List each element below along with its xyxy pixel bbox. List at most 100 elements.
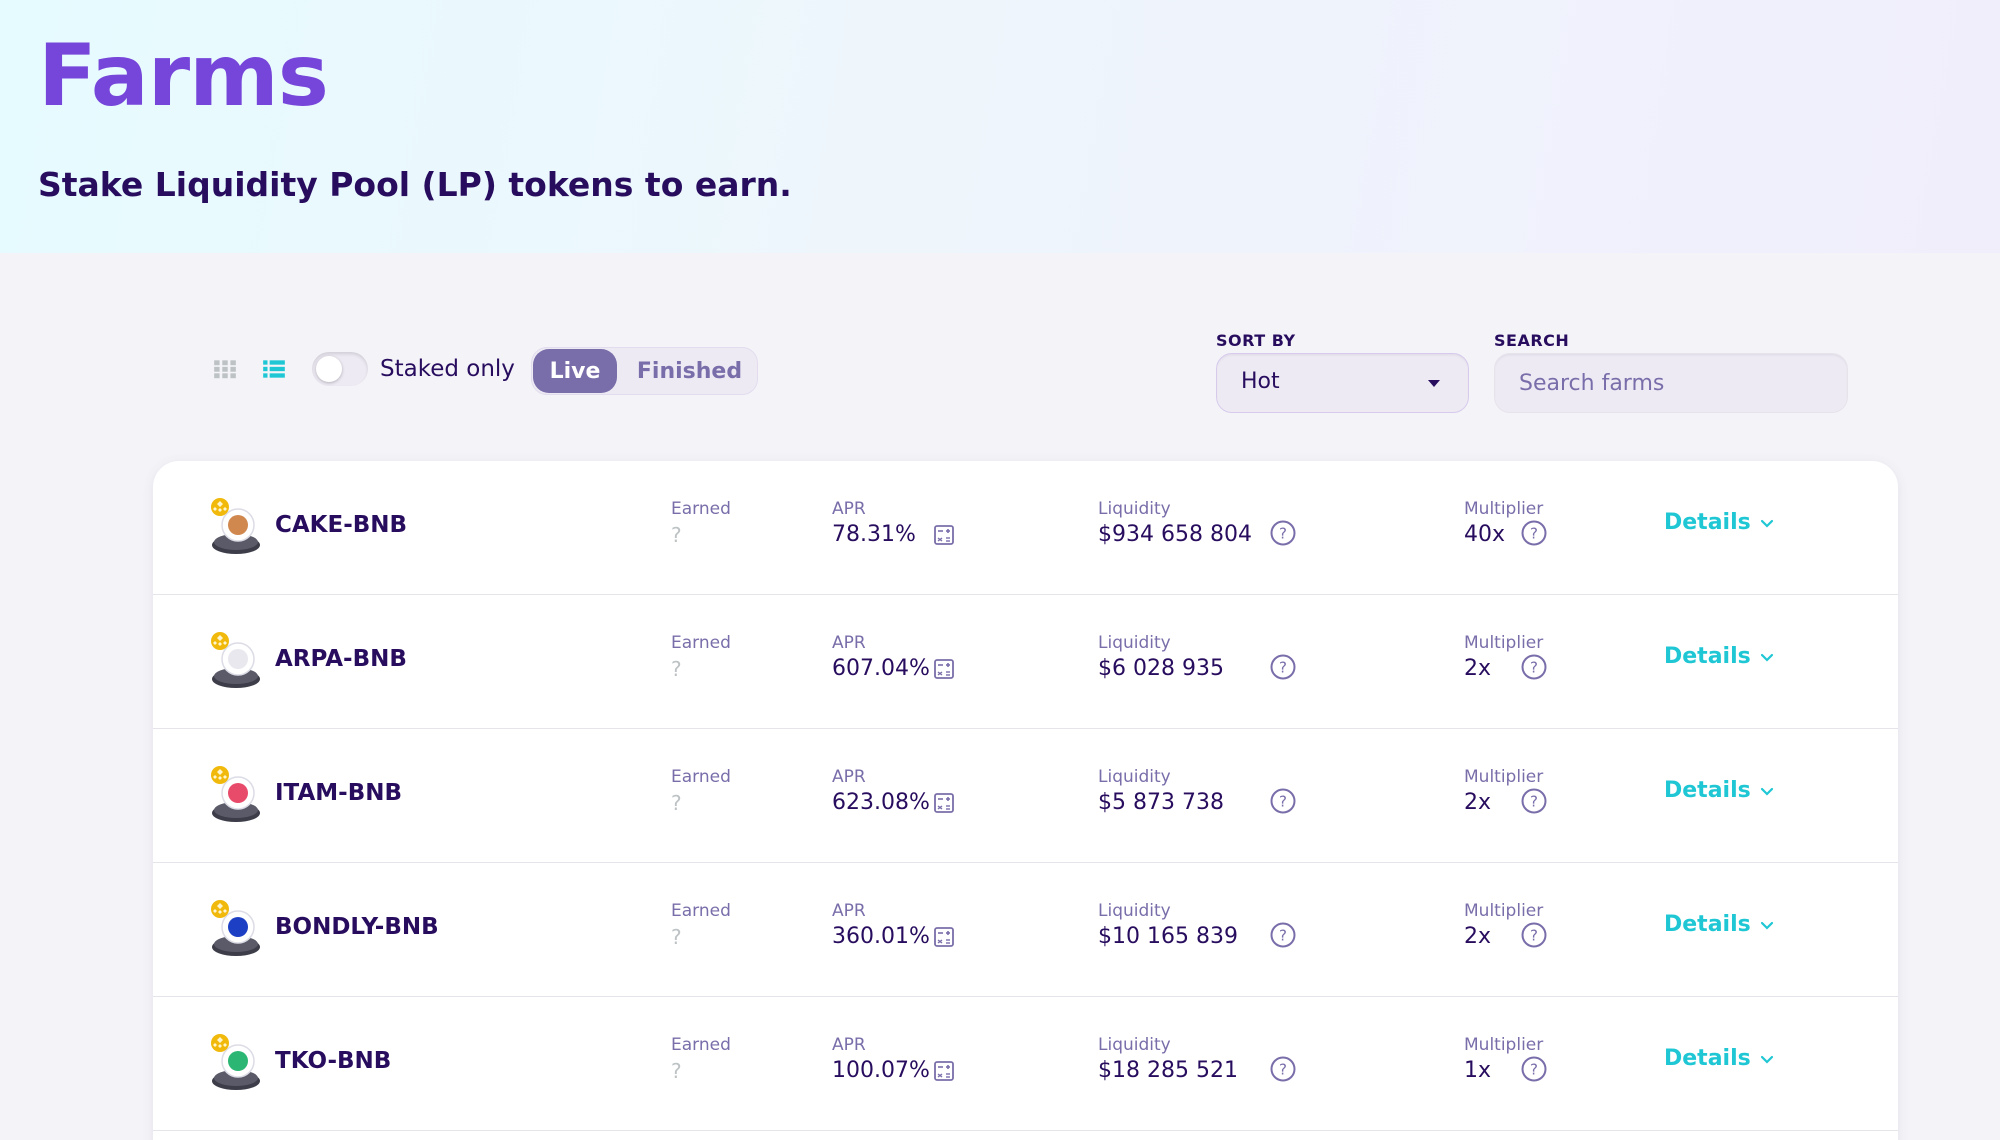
calculator-icon[interactable]	[933, 1060, 955, 1082]
tab-finished[interactable]: Finished	[627, 349, 752, 393]
grid-view-icon[interactable]	[212, 356, 238, 382]
details-button[interactable]: Details	[1664, 912, 1775, 937]
apr-value: 78.31%	[832, 522, 916, 547]
multiplier-label: Multiplier	[1464, 901, 1544, 921]
earned-label: Earned	[671, 1035, 731, 1055]
earned-label: Earned	[671, 499, 731, 519]
liquidity-value: $934 658 804	[1098, 522, 1252, 547]
help-icon[interactable]: ?	[1520, 921, 1548, 949]
search-input[interactable]	[1494, 353, 1848, 413]
svg-text:?: ?	[1530, 927, 1538, 945]
multiplier-value: 2x	[1464, 656, 1492, 681]
farms-table: CAKE-BNB Earned ? APR 78.31% Liquidity $…	[153, 461, 1898, 1140]
arpa-token-icon	[211, 632, 260, 688]
details-label: Details	[1664, 644, 1751, 669]
cake-token-icon	[211, 498, 260, 554]
liquidity-value: $5 873 738	[1098, 790, 1224, 815]
svg-text:?: ?	[1279, 659, 1287, 677]
details-label: Details	[1664, 912, 1751, 937]
help-icon[interactable]: ?	[1269, 519, 1297, 547]
multiplier-label: Multiplier	[1464, 633, 1544, 653]
help-icon[interactable]: ?	[1520, 1055, 1548, 1083]
liquidity-value: $18 285 521	[1098, 1058, 1238, 1083]
farm-row-arpa-bnb[interactable]: ARPA-BNB Earned ? APR 607.04% Liquidity …	[153, 595, 1898, 729]
apr-label: APR	[832, 1035, 866, 1055]
svg-text:?: ?	[1530, 659, 1538, 677]
earned-label: Earned	[671, 633, 731, 653]
liquidity-label: Liquidity	[1098, 633, 1171, 653]
details-button[interactable]: Details	[1664, 778, 1775, 803]
apr-label: APR	[832, 499, 866, 519]
multiplier-label: Multiplier	[1464, 499, 1544, 519]
calculator-icon[interactable]	[933, 524, 955, 546]
svg-text:?: ?	[1530, 1061, 1538, 1079]
liquidity-label: Liquidity	[1098, 901, 1171, 921]
earned-value: ?	[671, 657, 682, 681]
chevron-down-icon	[1760, 1055, 1773, 1064]
pair-name: ARPA-BNB	[275, 646, 407, 672]
liquidity-value: $6 028 935	[1098, 656, 1224, 681]
svg-text:?: ?	[1279, 927, 1287, 945]
svg-text:?: ?	[1279, 525, 1287, 543]
apr-value: 607.04%	[832, 656, 930, 681]
farm-row-itam-bnb[interactable]: ITAM-BNB Earned ? APR 623.08% Liquidity …	[153, 729, 1898, 863]
earned-value: ?	[671, 791, 682, 815]
calculator-icon[interactable]	[933, 658, 955, 680]
multiplier-label: Multiplier	[1464, 1035, 1544, 1055]
pair-name: ITAM-BNB	[275, 780, 403, 806]
help-icon[interactable]: ?	[1269, 787, 1297, 815]
multiplier-label: Multiplier	[1464, 767, 1544, 787]
page-header: Farms Stake Liquidity Pool (LP) tokens t…	[0, 0, 2000, 253]
multiplier-value: 1x	[1464, 1058, 1492, 1083]
multiplier-value: 2x	[1464, 790, 1492, 815]
chevron-down-icon	[1760, 519, 1773, 528]
liquidity-label: Liquidity	[1098, 767, 1171, 787]
farm-row-bondly-bnb[interactable]: BONDLY-BNB Earned ? APR 360.01% Liquidit…	[153, 863, 1898, 997]
staked-only-label: Staked only	[380, 356, 515, 382]
earned-value: ?	[671, 925, 682, 949]
earned-value: ?	[671, 1059, 682, 1083]
calculator-icon[interactable]	[933, 926, 955, 948]
list-view-icon[interactable]	[261, 356, 287, 382]
bondly-token-icon	[211, 900, 260, 956]
liquidity-value: $10 165 839	[1098, 924, 1238, 949]
liquidity-label: Liquidity	[1098, 499, 1171, 519]
svg-text:?: ?	[1530, 793, 1538, 811]
help-icon[interactable]: ?	[1520, 519, 1548, 547]
help-icon[interactable]: ?	[1269, 653, 1297, 681]
details-label: Details	[1664, 1046, 1751, 1071]
svg-text:?: ?	[1530, 525, 1538, 543]
farm-row-cake-bnb[interactable]: CAKE-BNB Earned ? APR 78.31% Liquidity $…	[153, 461, 1898, 595]
pair-name: BONDLY-BNB	[275, 914, 439, 940]
details-button[interactable]: Details	[1664, 510, 1775, 535]
tab-live[interactable]: Live	[533, 349, 617, 393]
help-icon[interactable]: ?	[1269, 921, 1297, 949]
chevron-down-icon	[1760, 787, 1773, 796]
svg-text:?: ?	[1279, 793, 1287, 811]
help-icon[interactable]: ?	[1269, 1055, 1297, 1083]
sort-select[interactable]: Hot	[1216, 353, 1469, 413]
help-icon[interactable]: ?	[1520, 653, 1548, 681]
sort-by-label: SORT BY	[1216, 331, 1296, 350]
calculator-icon[interactable]	[933, 792, 955, 814]
details-label: Details	[1664, 510, 1751, 535]
apr-value: 100.07%	[832, 1058, 930, 1083]
svg-text:?: ?	[1279, 1061, 1287, 1079]
apr-label: APR	[832, 901, 866, 921]
search-label: SEARCH	[1494, 331, 1570, 350]
status-tabs: Live Finished	[531, 347, 758, 395]
apr-label: APR	[832, 767, 866, 787]
tko-token-icon	[211, 1034, 260, 1090]
earned-value: ?	[671, 523, 682, 547]
multiplier-value: 2x	[1464, 924, 1492, 949]
earned-label: Earned	[671, 767, 731, 787]
multiplier-value: 40x	[1464, 522, 1506, 547]
details-button[interactable]: Details	[1664, 644, 1775, 669]
staked-only-toggle[interactable]	[312, 352, 368, 386]
farms-main: Staked only Live Finished SORT BY Hot SE…	[0, 253, 2000, 1140]
apr-value: 360.01%	[832, 924, 930, 949]
details-button[interactable]: Details	[1664, 1046, 1775, 1071]
help-icon[interactable]: ?	[1520, 787, 1548, 815]
farm-row-tko-bnb[interactable]: TKO-BNB Earned ? APR 100.07% Liquidity $…	[153, 997, 1898, 1131]
pair-name: TKO-BNB	[275, 1048, 392, 1074]
